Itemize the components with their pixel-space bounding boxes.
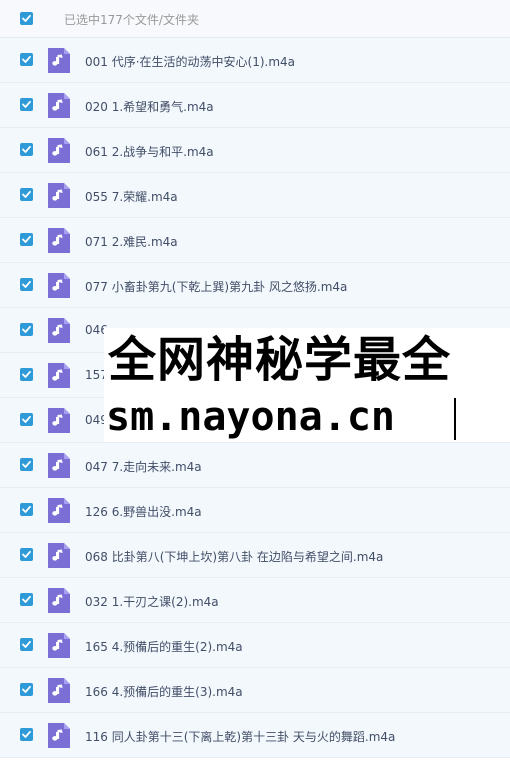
check-icon bbox=[22, 280, 31, 288]
row-checkbox[interactable] bbox=[20, 233, 33, 246]
row-checkbox[interactable] bbox=[20, 503, 33, 516]
watermark-title: 全网神秘学最全 bbox=[108, 332, 452, 388]
check-icon bbox=[22, 325, 31, 333]
file-row[interactable]: 126 6.野兽出没.m4a bbox=[0, 488, 510, 533]
check-icon bbox=[22, 145, 31, 153]
file-row[interactable]: 165 4.预備后的重生(2).m4a bbox=[0, 623, 510, 668]
file-name[interactable]: 001 代序·在生活的动荡中安心(1).m4a bbox=[85, 53, 295, 70]
check-icon bbox=[22, 100, 31, 108]
row-checkbox[interactable] bbox=[20, 683, 33, 696]
check-icon bbox=[22, 550, 31, 558]
file-row[interactable]: 077 小畜卦第九(下乾上巽)第九卦 风之悠扬.m4a bbox=[0, 263, 510, 308]
row-checkbox[interactable] bbox=[20, 548, 33, 561]
audio-file-icon bbox=[48, 48, 70, 73]
row-checkbox[interactable] bbox=[20, 188, 33, 201]
file-row[interactable]: 061 2.战争与和平.m4a bbox=[0, 128, 510, 173]
row-checkbox[interactable] bbox=[20, 728, 33, 741]
check-icon bbox=[22, 460, 31, 468]
row-checkbox[interactable] bbox=[20, 323, 33, 336]
file-name[interactable]: 055 7.荣耀.m4a bbox=[85, 188, 178, 205]
audio-file-icon bbox=[48, 363, 70, 388]
file-name[interactable]: 071 2.难民.m4a bbox=[85, 233, 178, 250]
file-name[interactable]: 068 比卦第八(下坤上坎)第八卦 在边陷与希望之间.m4a bbox=[85, 548, 383, 565]
selection-header: 已选中177个文件/文件夹 bbox=[0, 0, 510, 38]
check-icon bbox=[22, 505, 31, 513]
audio-file-icon bbox=[48, 588, 70, 613]
audio-file-icon bbox=[48, 273, 70, 298]
audio-file-icon bbox=[48, 453, 70, 478]
audio-file-icon bbox=[48, 93, 70, 118]
check-icon bbox=[22, 14, 31, 22]
audio-file-icon bbox=[48, 498, 70, 523]
row-checkbox[interactable] bbox=[20, 53, 33, 66]
file-name[interactable]: 077 小畜卦第九(下乾上巽)第九卦 风之悠扬.m4a bbox=[85, 278, 347, 295]
audio-file-icon bbox=[48, 678, 70, 703]
check-icon bbox=[22, 235, 31, 243]
file-row[interactable]: 166 4.预備后的重生(3).m4a bbox=[0, 668, 510, 713]
check-icon bbox=[22, 190, 31, 198]
file-name[interactable]: 032 1.干刃之课(2).m4a bbox=[85, 593, 219, 610]
audio-file-icon bbox=[48, 408, 70, 433]
file-name[interactable]: 165 4.预備后的重生(2).m4a bbox=[85, 638, 243, 655]
check-icon bbox=[22, 640, 31, 648]
file-name[interactable]: 166 4.预備后的重生(3).m4a bbox=[85, 683, 243, 700]
row-checkbox[interactable] bbox=[20, 458, 33, 471]
select-all-checkbox[interactable] bbox=[20, 12, 33, 25]
audio-file-icon bbox=[48, 138, 70, 163]
audio-file-icon bbox=[48, 183, 70, 208]
row-checkbox[interactable] bbox=[20, 278, 33, 291]
check-icon bbox=[22, 685, 31, 693]
text-caret bbox=[454, 398, 456, 440]
file-row[interactable]: 020 1.希望和勇气.m4a bbox=[0, 83, 510, 128]
row-checkbox[interactable] bbox=[20, 638, 33, 651]
row-checkbox[interactable] bbox=[20, 98, 33, 111]
row-checkbox[interactable] bbox=[20, 593, 33, 606]
file-row[interactable]: 047 7.走向未来.m4a bbox=[0, 443, 510, 488]
file-name[interactable]: 116 同人卦第十三(下离上乾)第十三卦 天与火的舞蹈.m4a bbox=[85, 728, 395, 745]
audio-file-icon bbox=[48, 633, 70, 658]
check-icon bbox=[22, 730, 31, 738]
selection-count-label: 已选中177个文件/文件夹 bbox=[64, 13, 199, 27]
row-checkbox[interactable] bbox=[20, 143, 33, 156]
watermark-url: sm.nayona.cn bbox=[106, 394, 395, 440]
file-row[interactable]: 116 同人卦第十三(下离上乾)第十三卦 天与火的舞蹈.m4a bbox=[0, 713, 510, 758]
file-name[interactable]: 061 2.战争与和平.m4a bbox=[85, 143, 214, 160]
audio-file-icon bbox=[48, 318, 70, 343]
file-row[interactable]: 055 7.荣耀.m4a bbox=[0, 173, 510, 218]
check-icon bbox=[22, 415, 31, 423]
audio-file-icon bbox=[48, 543, 70, 568]
audio-file-icon bbox=[48, 228, 70, 253]
check-icon bbox=[22, 595, 31, 603]
row-checkbox[interactable] bbox=[20, 368, 33, 381]
file-row[interactable]: 068 比卦第八(下坤上坎)第八卦 在边陷与希望之间.m4a bbox=[0, 533, 510, 578]
file-row[interactable]: 032 1.干刃之课(2).m4a bbox=[0, 578, 510, 623]
file-row[interactable]: 071 2.难民.m4a bbox=[0, 218, 510, 263]
file-name[interactable]: 126 6.野兽出没.m4a bbox=[85, 503, 202, 520]
check-icon bbox=[22, 370, 31, 378]
watermark-overlay: 全网神秘学最全 sm.nayona.cn bbox=[104, 328, 510, 442]
audio-file-icon bbox=[48, 723, 70, 748]
row-checkbox[interactable] bbox=[20, 413, 33, 426]
file-name[interactable]: 047 7.走向未来.m4a bbox=[85, 458, 202, 475]
file-name[interactable]: 020 1.希望和勇气.m4a bbox=[85, 98, 214, 115]
file-row[interactable]: 001 代序·在生活的动荡中安心(1).m4a bbox=[0, 38, 510, 83]
check-icon bbox=[22, 55, 31, 63]
